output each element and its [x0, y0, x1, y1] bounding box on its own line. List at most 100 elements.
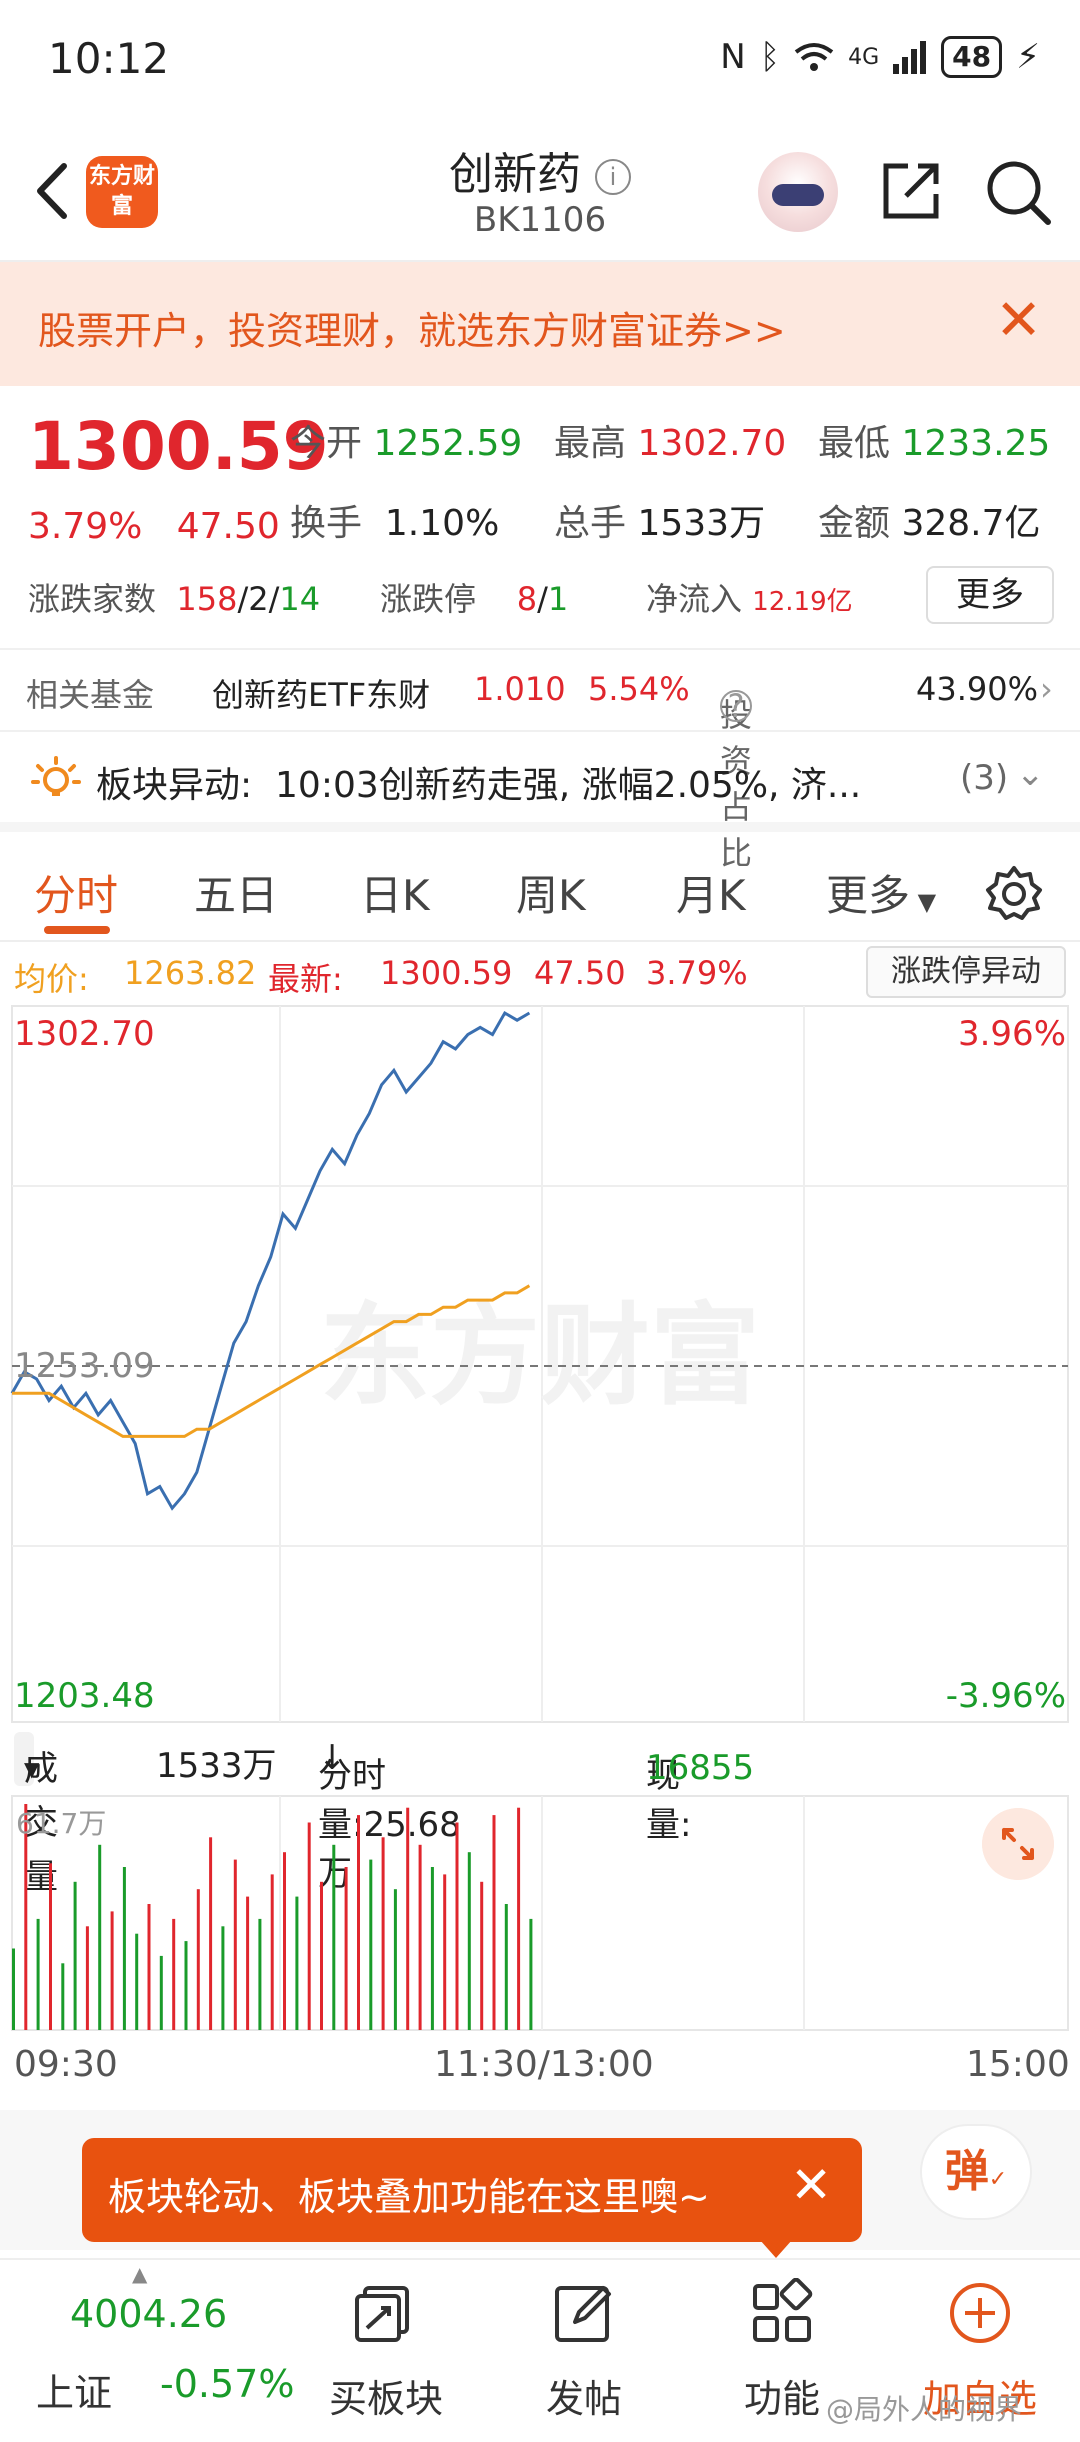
volume-bar [12, 1948, 15, 2030]
news-text[interactable]: 板块异动: 10:03创新药走强, 涨幅2.05%, 济... [96, 756, 916, 808]
edit-icon [555, 2286, 611, 2342]
caret-up-icon: ▲ [132, 2262, 148, 2286]
buy-sector-icon [355, 2286, 409, 2342]
y-min-label: 1203.48 [14, 1676, 155, 1716]
net-inflow: 净流入 12.19亿 [646, 580, 853, 618]
danmu-button[interactable]: 弹✓ [920, 2124, 1032, 2220]
volume-bar [517, 1807, 521, 2030]
chevron-down-icon[interactable]: ⌄ [1016, 754, 1045, 794]
volume-bar [492, 1815, 496, 2030]
avg-price-label: 均价: [14, 960, 89, 998]
volume-bar [61, 1963, 65, 2030]
tab-daily-k[interactable]: 日K [360, 862, 430, 923]
chart-tabs: 分时 五日 日K 周K 月K 更多 ▼ [0, 842, 1080, 942]
assistant-robot-icon[interactable] [758, 152, 838, 232]
index-change: -0.57% [160, 2362, 295, 2406]
volume-bar [406, 1807, 410, 2030]
index-quote[interactable]: ▲ 4004.26 上证 -0.57% [0, 2260, 300, 2442]
low-price: 最低 1233.25 [818, 423, 1051, 464]
y-max-label: 1302.70 [14, 1014, 155, 1054]
tooltip-arrow [760, 2240, 792, 2258]
clock: 10:12 [48, 34, 170, 83]
volume-bar [184, 1941, 188, 2030]
time-axis: 09:30 11:30/13:00 15:00 [0, 2038, 1080, 2098]
share-icon[interactable] [878, 158, 944, 224]
chevron-right-icon: › [1040, 670, 1053, 708]
volume-bar [36, 1918, 40, 2030]
total-volume: 总手 1533万 [554, 503, 766, 544]
volume-selector[interactable]: 成交量 ▼ [14, 1732, 58, 1897]
index-value: 4004.26 [70, 2292, 228, 2336]
chart-watermark: 东方财富 [320, 1292, 760, 1420]
avg-price: 1263.82 [124, 954, 257, 992]
volume-bar [147, 1904, 151, 2030]
gear-icon[interactable] [984, 864, 1044, 924]
open-price: 今开 1252.59 [290, 423, 523, 464]
time-label-close: 15:00 [966, 2044, 1070, 2085]
grid-icon [753, 2278, 813, 2342]
quote-panel: 1300.59 3.79% 47.50 今开 1252.59 最高 1302.7… [0, 386, 1080, 648]
volume-bar [357, 1815, 360, 2030]
weibo-watermark: @局外人的视界 [826, 2393, 1023, 2426]
search-icon[interactable] [984, 158, 1054, 228]
volume-bar [233, 1859, 237, 2030]
info-icon[interactable]: i [595, 159, 631, 195]
time-label-midday: 11:30/13:00 [434, 2044, 654, 2085]
active-tab-indicator [44, 926, 110, 934]
volume-bar [85, 1926, 89, 2030]
high-price: 最高 1302.70 [554, 423, 787, 464]
volume-chart-svg[interactable] [0, 1794, 1080, 2034]
ad-banner[interactable]: 股票开户，投资理财，就选东方财富证券>> ✕ [0, 262, 1080, 386]
close-icon[interactable]: ✕ [995, 288, 1042, 353]
tab-weekly-k[interactable]: 周K [516, 862, 586, 923]
nav-label: 发帖 [545, 2377, 622, 2421]
volume-chart[interactable]: 61.7万 [0, 1794, 1080, 2034]
volume-bar [455, 1822, 459, 2030]
volume-bar [196, 1889, 200, 2030]
volume-bar [258, 1918, 262, 2030]
status-bar: 10:12 N ᛒ 4G 48 ⚡ [0, 0, 1080, 120]
nav-post[interactable]: 发帖 [504, 2260, 664, 2442]
limit-count: 涨跌停 8/1 [380, 580, 569, 618]
last-change: 47.50 [534, 954, 626, 992]
close-icon[interactable]: ✕ [790, 2156, 832, 2214]
status-icons: N ᛒ 4G 48 ⚡ [720, 36, 1040, 78]
pct-min-label: -3.96% [945, 1676, 1066, 1716]
sector-news-row[interactable]: 板块异动: 10:03创新药走强, 涨幅2.05%, 济... (3) ⌄ [0, 732, 1080, 832]
volume-bar [529, 1918, 533, 2030]
tab-five-day[interactable]: 五日 [194, 862, 278, 923]
breadth: 涨跌家数 158/2/14 [28, 580, 321, 618]
battery-icon: 48 [941, 36, 1003, 78]
nav-buy-sector[interactable]: 买板块 [306, 2260, 466, 2442]
fund-change: 5.54% [588, 670, 690, 708]
intraday-chart[interactable]: 东方财富 1302.70 3.96% 1253.09 1203.48 -3.96… [0, 1004, 1080, 1724]
news-count: (3) [960, 758, 1009, 798]
fund-name[interactable]: 创新药ETF东财 [212, 670, 430, 716]
tab-monthly-k[interactable]: 月K [676, 862, 746, 923]
current-price: 1300.59 [28, 408, 329, 485]
ad-banner-text[interactable]: 股票开户，投资理财，就选东方财富证券>> [38, 300, 786, 355]
related-fund-row[interactable]: 相关基金 创新药ETF东财 1.010 5.54% 投资占比 ? 43.90% … [0, 648, 1080, 872]
volume-bar [135, 1933, 139, 2030]
volume-bar [332, 1844, 336, 2030]
volume-bar [381, 1837, 385, 2030]
price-line [10, 1010, 531, 1511]
tab-intraday[interactable]: 分时 [34, 862, 118, 923]
total-amount: 金额 328.7亿 [818, 503, 1041, 544]
more-button[interactable]: 更多 [926, 566, 1054, 624]
limit-anomaly-button[interactable]: 涨跌停异动 [866, 946, 1066, 998]
add-circle-icon [950, 2283, 1010, 2343]
volume-bar [221, 1926, 225, 2030]
volume-bar [172, 1918, 176, 2030]
feature-tooltip: 板块轮动、板块叠加功能在这里噢~ ✕ [82, 2138, 862, 2258]
help-icon[interactable]: ? [720, 690, 752, 722]
volume-bar [393, 1889, 397, 2030]
price-change: 3.79% 47.50 [28, 506, 280, 547]
interval-volume: 分时量:25.68万 ↓ [318, 1738, 461, 1894]
expand-icon[interactable] [982, 1808, 1054, 1880]
nfc-icon: N [720, 37, 746, 77]
tab-more[interactable]: 更多 ▼ [826, 862, 936, 923]
volume-bar [283, 1852, 286, 2030]
volume-bar [504, 1904, 508, 2030]
price-chart-svg[interactable]: 东方财富 [0, 1004, 1080, 1724]
